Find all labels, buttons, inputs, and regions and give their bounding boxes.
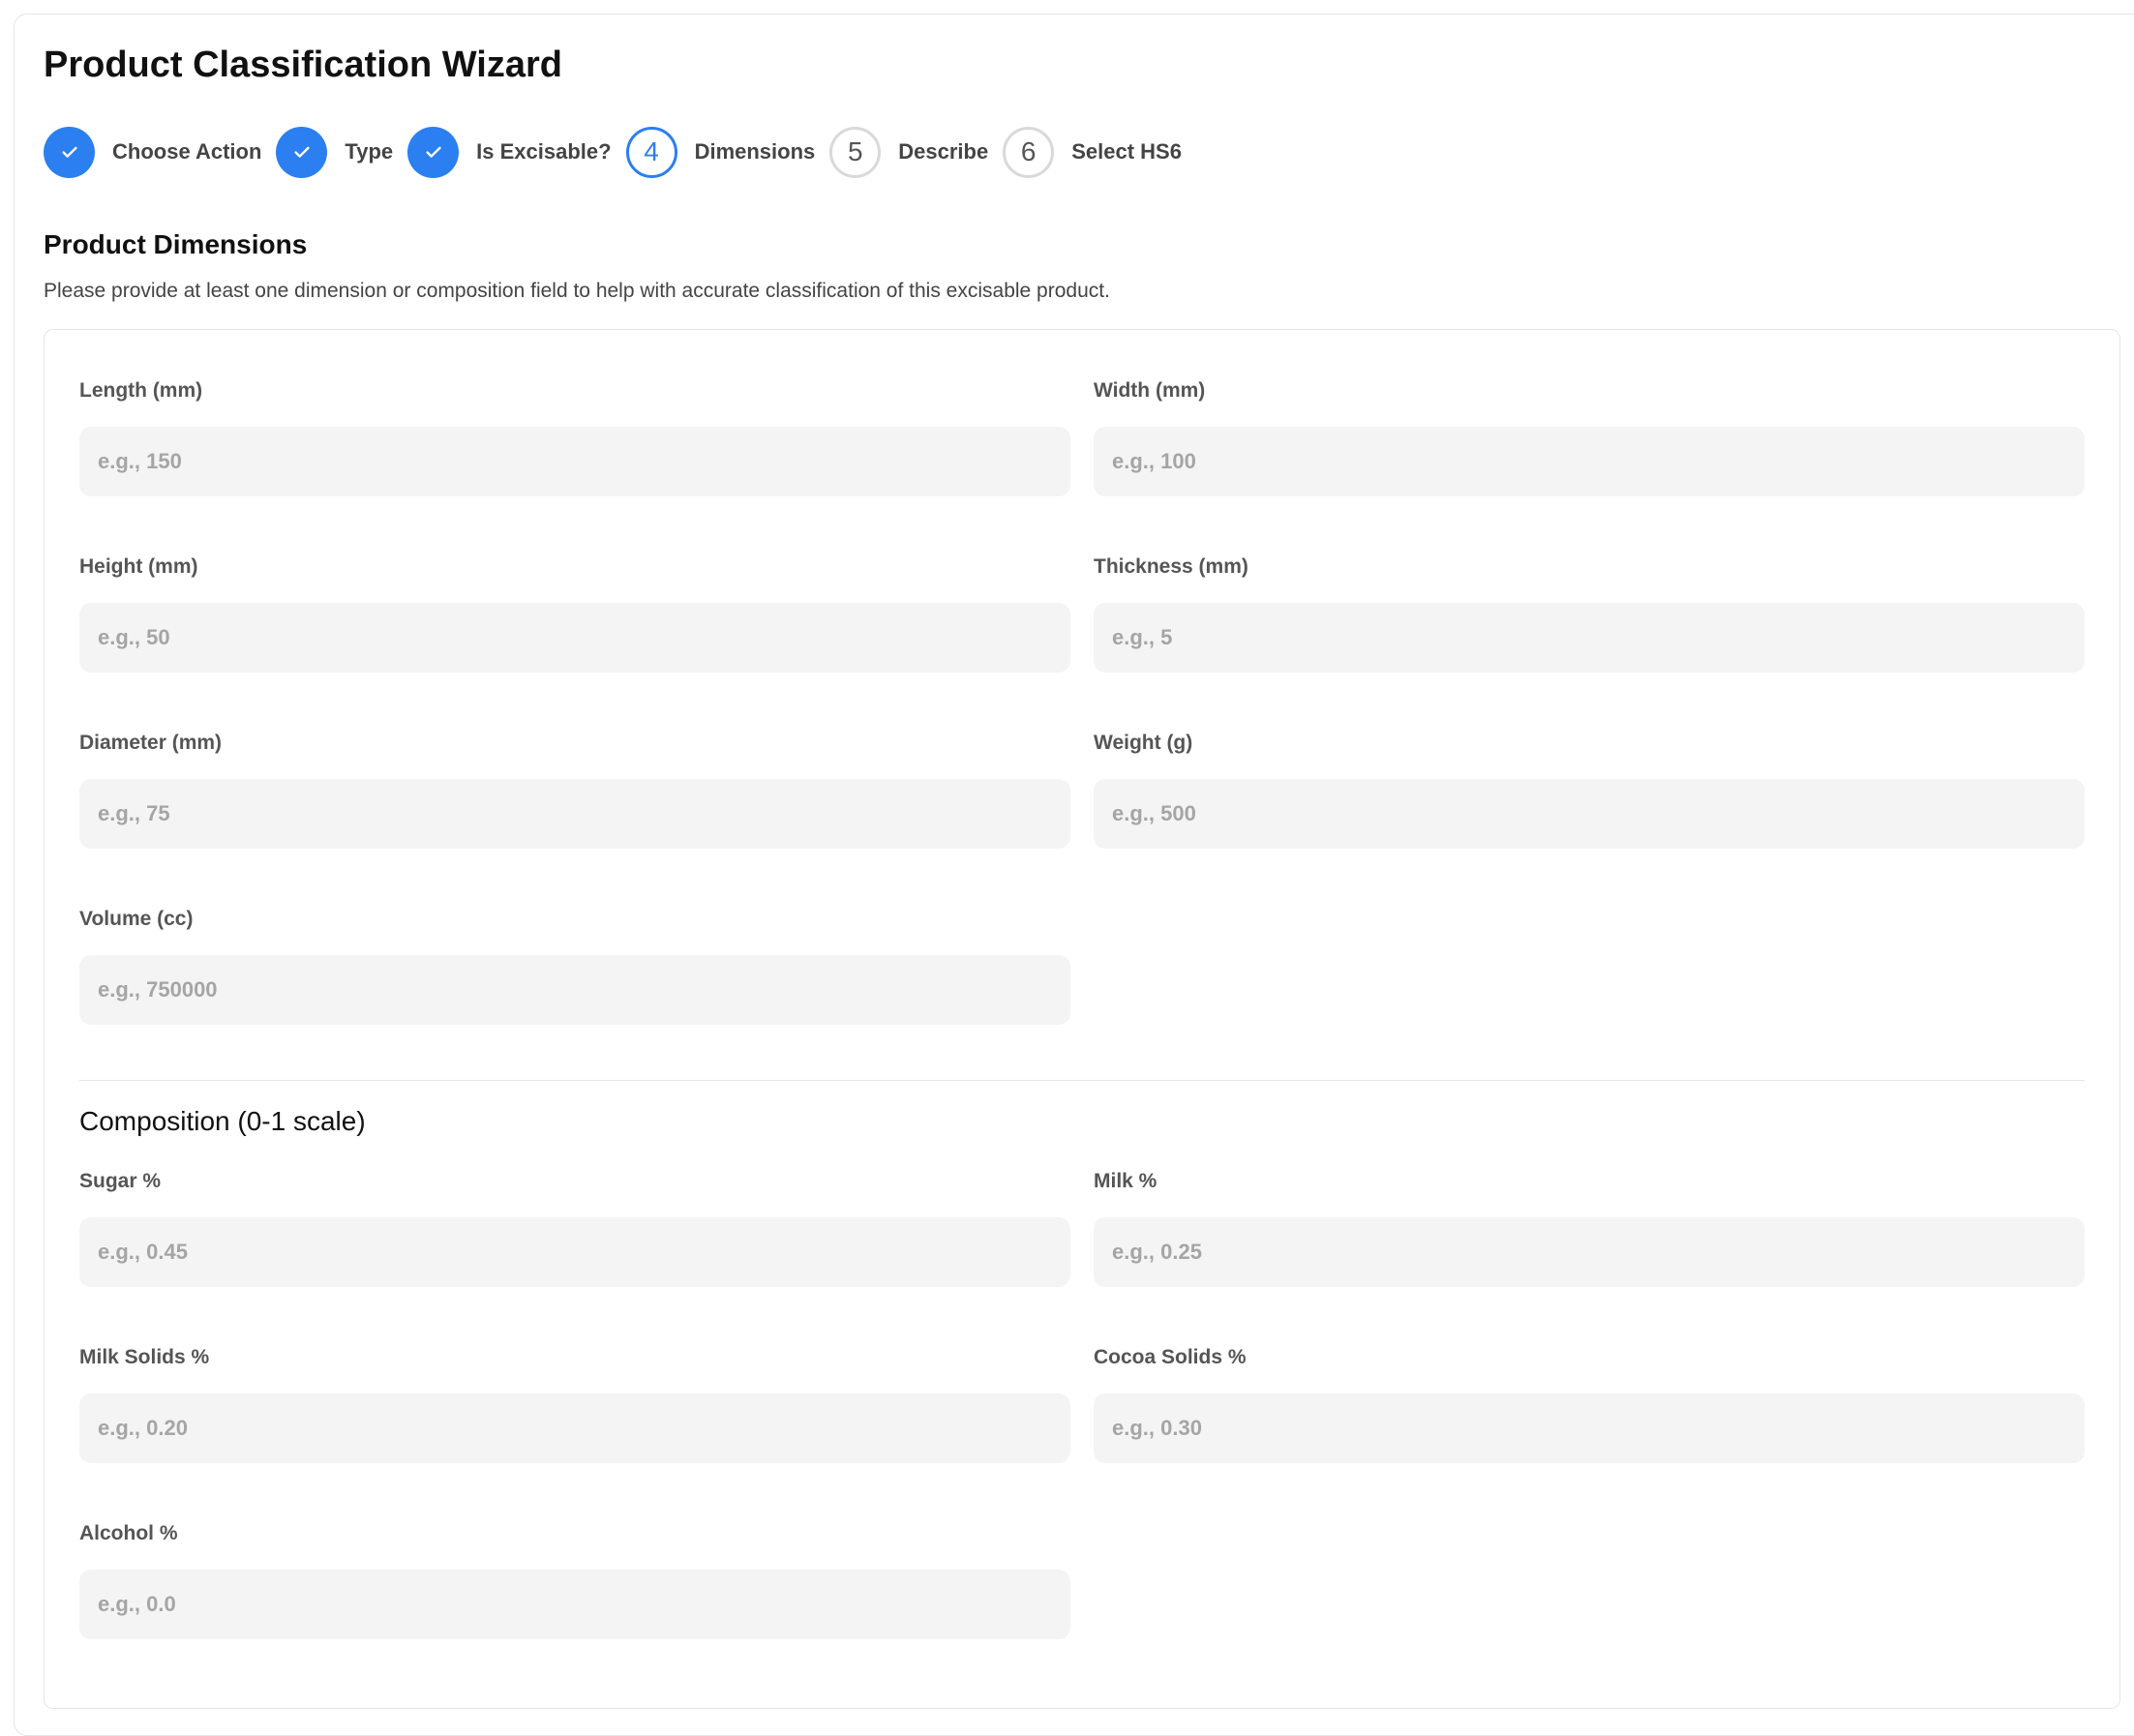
volume-input[interactable] — [79, 955, 1070, 1025]
step-select-hs6[interactable]: 6 Select HS6 — [1003, 126, 1196, 178]
step-label: Is Excisable? — [476, 139, 612, 164]
milk-solids-field: Milk Solids % — [79, 1343, 1070, 1463]
weight-field: Weight (g) — [1094, 729, 2085, 849]
width-field: Width (mm) — [1094, 376, 2085, 496]
step-choose-action[interactable]: Choose Action — [44, 126, 276, 178]
alcohol-label: Alcohol % — [79, 1522, 178, 1544]
milk-input[interactable] — [1094, 1217, 2085, 1287]
step-label: Type — [345, 139, 394, 164]
step-number: 4 — [625, 126, 677, 178]
milk-solids-label: Milk Solids % — [79, 1346, 210, 1368]
cocoa-solids-field: Cocoa Solids % — [1094, 1343, 2085, 1463]
dimensions-form: Length (mm) Width (mm) Height (mm) Thick… — [44, 329, 2120, 1709]
check-icon — [44, 126, 95, 178]
thickness-field: Thickness (mm) — [1094, 553, 2085, 673]
height-input[interactable] — [79, 603, 1070, 673]
wizard-stepper: Choose Action Type Is Excisable? 4 Dimen… — [44, 125, 1196, 179]
check-icon — [276, 126, 328, 178]
step-type[interactable]: Type — [276, 126, 407, 178]
check-icon — [407, 126, 460, 178]
volume-field: Volume (cc) — [79, 905, 1070, 1025]
step-dimensions[interactable]: 4 Dimensions — [625, 126, 830, 178]
weight-input[interactable] — [1094, 779, 2085, 849]
milk-field: Milk % — [1094, 1167, 2085, 1287]
step-is-excisable[interactable]: Is Excisable? — [407, 126, 625, 178]
step-number: 5 — [829, 126, 882, 178]
thickness-input[interactable] — [1094, 603, 2085, 673]
step-label: Dimensions — [694, 139, 816, 164]
step-label: Select HS6 — [1071, 139, 1182, 164]
length-label: Length (mm) — [79, 379, 203, 402]
page-title: Product Classification Wizard — [44, 45, 562, 85]
milk-solids-input[interactable] — [79, 1393, 1070, 1463]
diameter-label: Diameter (mm) — [79, 732, 223, 754]
step-describe[interactable]: 5 Describe — [829, 126, 1003, 178]
composition-title: Composition (0-1 scale) — [79, 1106, 366, 1136]
thickness-label: Thickness (mm) — [1094, 555, 1248, 578]
width-label: Width (mm) — [1094, 379, 1206, 402]
wizard-page: Product Classification Wizard Choose Act… — [14, 14, 2134, 1736]
length-field: Length (mm) — [79, 376, 1070, 496]
milk-label: Milk % — [1094, 1170, 1157, 1192]
section-description: Please provide at least one dimension or… — [44, 280, 1110, 302]
step-label: Describe — [898, 139, 989, 164]
sugar-field: Sugar % — [79, 1167, 1070, 1287]
weight-label: Weight (g) — [1094, 732, 1193, 754]
step-label: Choose Action — [112, 139, 262, 164]
step-number: 6 — [1003, 126, 1055, 178]
section-divider — [79, 1080, 2085, 1081]
volume-label: Volume (cc) — [79, 908, 194, 930]
sugar-input[interactable] — [79, 1217, 1070, 1287]
height-label: Height (mm) — [79, 555, 198, 578]
cocoa-solids-input[interactable] — [1094, 1393, 2085, 1463]
height-field: Height (mm) — [79, 553, 1070, 673]
diameter-field: Diameter (mm) — [79, 729, 1070, 849]
diameter-input[interactable] — [79, 779, 1070, 849]
section-title: Product Dimensions — [44, 229, 308, 259]
cocoa-solids-label: Cocoa Solids % — [1094, 1346, 1247, 1368]
sugar-label: Sugar % — [79, 1170, 162, 1192]
alcohol-field: Alcohol % — [79, 1519, 1070, 1639]
alcohol-input[interactable] — [79, 1570, 1070, 1639]
length-input[interactable] — [79, 427, 1070, 496]
width-input[interactable] — [1094, 427, 2085, 496]
